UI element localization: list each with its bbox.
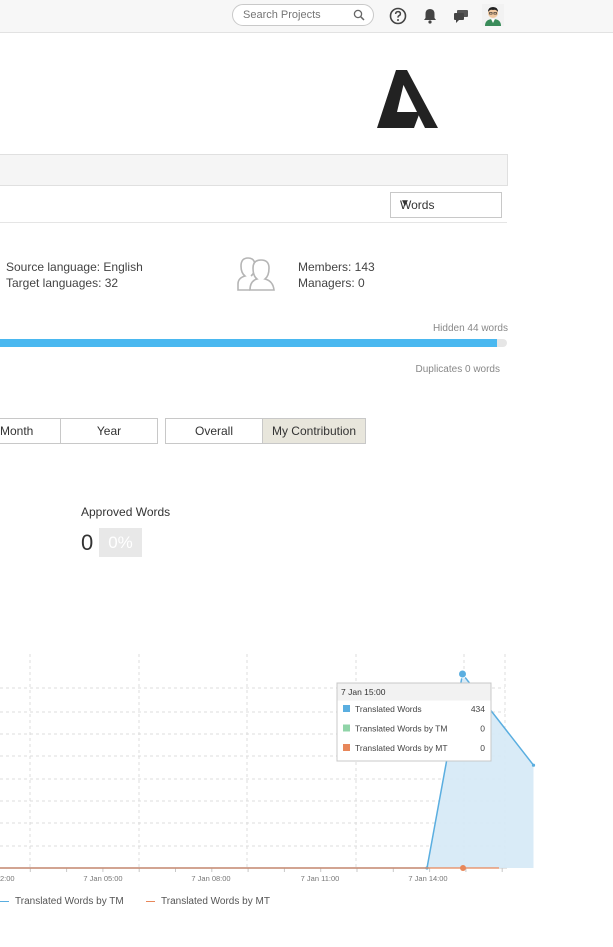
hidden-words-label: Hidden 44 words bbox=[432, 323, 508, 334]
members-count: Members: 143 bbox=[298, 260, 375, 274]
tooltip-row-label: Translated Words bbox=[355, 704, 422, 714]
project-header-strip bbox=[0, 154, 508, 186]
divider bbox=[0, 222, 507, 223]
tooltip-row-label: Translated Words by TM bbox=[355, 724, 447, 734]
members-icon bbox=[237, 257, 275, 291]
help-icon[interactable] bbox=[388, 6, 408, 26]
approved-words-label: Approved Words bbox=[81, 505, 171, 519]
x-tick-label: 2:00 bbox=[0, 874, 15, 883]
duplicates-label: Duplicates 0 words bbox=[415, 364, 500, 375]
language-info: Source language: English Target language… bbox=[6, 259, 143, 291]
legend-label: Translated Words by MT bbox=[161, 896, 270, 907]
legend-swatch bbox=[0, 900, 9, 902]
managers-count: Managers: 0 bbox=[298, 276, 365, 290]
user-avatar[interactable] bbox=[482, 4, 504, 26]
x-tick-label: 7 Jan 14:00 bbox=[408, 874, 447, 883]
target-languages: Target languages: 32 bbox=[6, 276, 119, 290]
progress-fill bbox=[0, 339, 497, 347]
search-input[interactable] bbox=[243, 8, 351, 22]
translation-progress-bar bbox=[0, 339, 507, 347]
legend-item-mt[interactable]: Translated Words by MT bbox=[146, 896, 270, 907]
x-tick-label: 7 Jan 08:00 bbox=[191, 874, 230, 883]
unit-select[interactable]: Words ▼ bbox=[390, 192, 502, 218]
period-month-button[interactable]: Month bbox=[0, 418, 62, 444]
bell-icon[interactable] bbox=[420, 6, 440, 26]
legend-item-tm[interactable]: Translated Words by TM bbox=[0, 896, 124, 907]
point-translated-words bbox=[531, 763, 536, 767]
tooltip-swatch bbox=[343, 744, 350, 751]
tooltip-row-label: Translated Words by MT bbox=[355, 743, 448, 753]
point-translated-words-by-mt bbox=[460, 865, 466, 871]
chat-icon[interactable] bbox=[451, 6, 471, 26]
legend-label: Translated Words by TM bbox=[15, 896, 124, 907]
tooltip-row-value: 434 bbox=[471, 704, 485, 714]
point-translated-words bbox=[458, 669, 467, 679]
legend-swatch bbox=[146, 900, 155, 902]
brand-logo bbox=[377, 70, 438, 128]
tooltip-row-value: 0 bbox=[480, 724, 485, 734]
chevron-down-icon: ▼ bbox=[400, 198, 410, 209]
tooltip-title: 7 Jan 15:00 bbox=[341, 687, 386, 697]
search-icon[interactable] bbox=[353, 9, 365, 21]
period-year-button[interactable]: Year bbox=[60, 418, 158, 444]
top-bar bbox=[0, 0, 613, 33]
approved-words-count: 0 bbox=[81, 530, 94, 555]
tooltip-swatch bbox=[343, 724, 350, 732]
chart-tooltip: 7 Jan 15:00 Translated Words 434 Translated… bbox=[336, 682, 492, 762]
scope-overall-button[interactable]: Overall bbox=[165, 418, 263, 444]
team-info: Members: 143 Managers: 0 bbox=[298, 259, 375, 291]
x-tick-label: 7 Jan 11:00 bbox=[301, 874, 340, 883]
approved-words-percent: 0% bbox=[99, 528, 142, 557]
x-tick-label: 7 Jan 05:00 bbox=[83, 874, 122, 883]
source-language: Source language: English bbox=[6, 260, 143, 274]
search-box[interactable] bbox=[232, 4, 374, 26]
contribution-chart: 2:00 7 Jan 05:00 7 Jan 08:00 7 Jan 11:00 7 J… bbox=[0, 654, 536, 883]
scope-my-contribution-button[interactable]: My Contribution bbox=[262, 418, 366, 444]
tooltip-row-value: 0 bbox=[480, 743, 485, 753]
tooltip-swatch bbox=[343, 705, 350, 712]
